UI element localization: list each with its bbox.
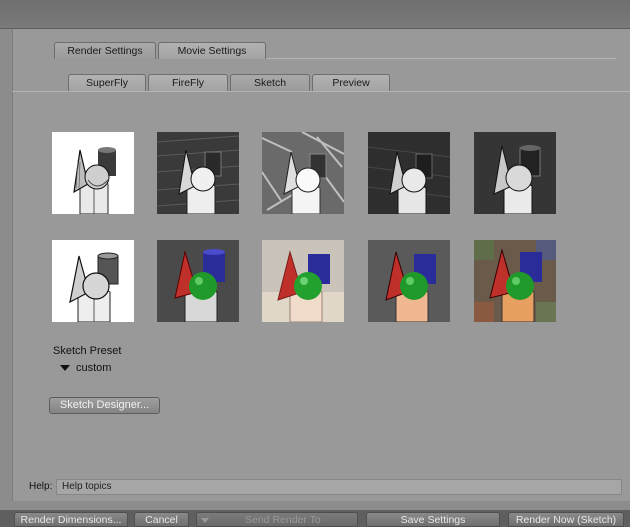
- sketch-preset-thumbnail[interactable]: [474, 132, 556, 214]
- sketch-preset-label: Sketch Preset: [53, 345, 122, 357]
- window-titlebar: [0, 0, 630, 29]
- sketch-preset-thumbnail[interactable]: [157, 132, 239, 214]
- sketch-preset-dropdown[interactable]: custom: [60, 362, 111, 376]
- sketch-preset-thumbnail[interactable]: [52, 132, 134, 214]
- sketch-preset-thumbnail[interactable]: [368, 240, 450, 322]
- sketch-preset-thumbnail[interactable]: [262, 240, 344, 322]
- render-now-button[interactable]: Render Now (Sketch): [508, 512, 624, 527]
- tab-superfly[interactable]: SuperFly: [68, 74, 146, 91]
- send-render-to-label: Send Render To: [245, 514, 321, 526]
- triangle-down-icon: [60, 365, 70, 372]
- save-settings-button[interactable]: Save Settings: [366, 512, 500, 527]
- sketch-preset-thumbnail[interactable]: [368, 132, 450, 214]
- sketch-preset-thumbnail[interactable]: [474, 240, 556, 322]
- sketch-preset-thumbnail[interactable]: [157, 240, 239, 322]
- tab-sketch[interactable]: Sketch: [230, 74, 310, 91]
- sketch-preset-value: custom: [76, 362, 112, 375]
- help-topics-field[interactable]: Help topics: [56, 479, 622, 495]
- render-dimensions-button[interactable]: Render Dimensions...: [14, 512, 128, 527]
- sketch-designer-button[interactable]: Sketch Designer...: [49, 397, 160, 414]
- tab-firefly[interactable]: FireFly: [148, 74, 228, 91]
- tab-preview[interactable]: Preview: [312, 74, 390, 91]
- cancel-button[interactable]: Cancel: [134, 512, 189, 527]
- tab-render-settings[interactable]: Render Settings: [54, 42, 156, 59]
- send-render-to-dropdown[interactable]: Send Render To: [196, 512, 358, 527]
- sketch-preset-thumbnail[interactable]: [262, 132, 344, 214]
- sketch-preset-thumbnail[interactable]: [52, 240, 134, 322]
- tab-movie-settings[interactable]: Movie Settings: [158, 42, 266, 59]
- help-label: Help:: [29, 481, 53, 492]
- triangle-down-icon: [201, 517, 209, 523]
